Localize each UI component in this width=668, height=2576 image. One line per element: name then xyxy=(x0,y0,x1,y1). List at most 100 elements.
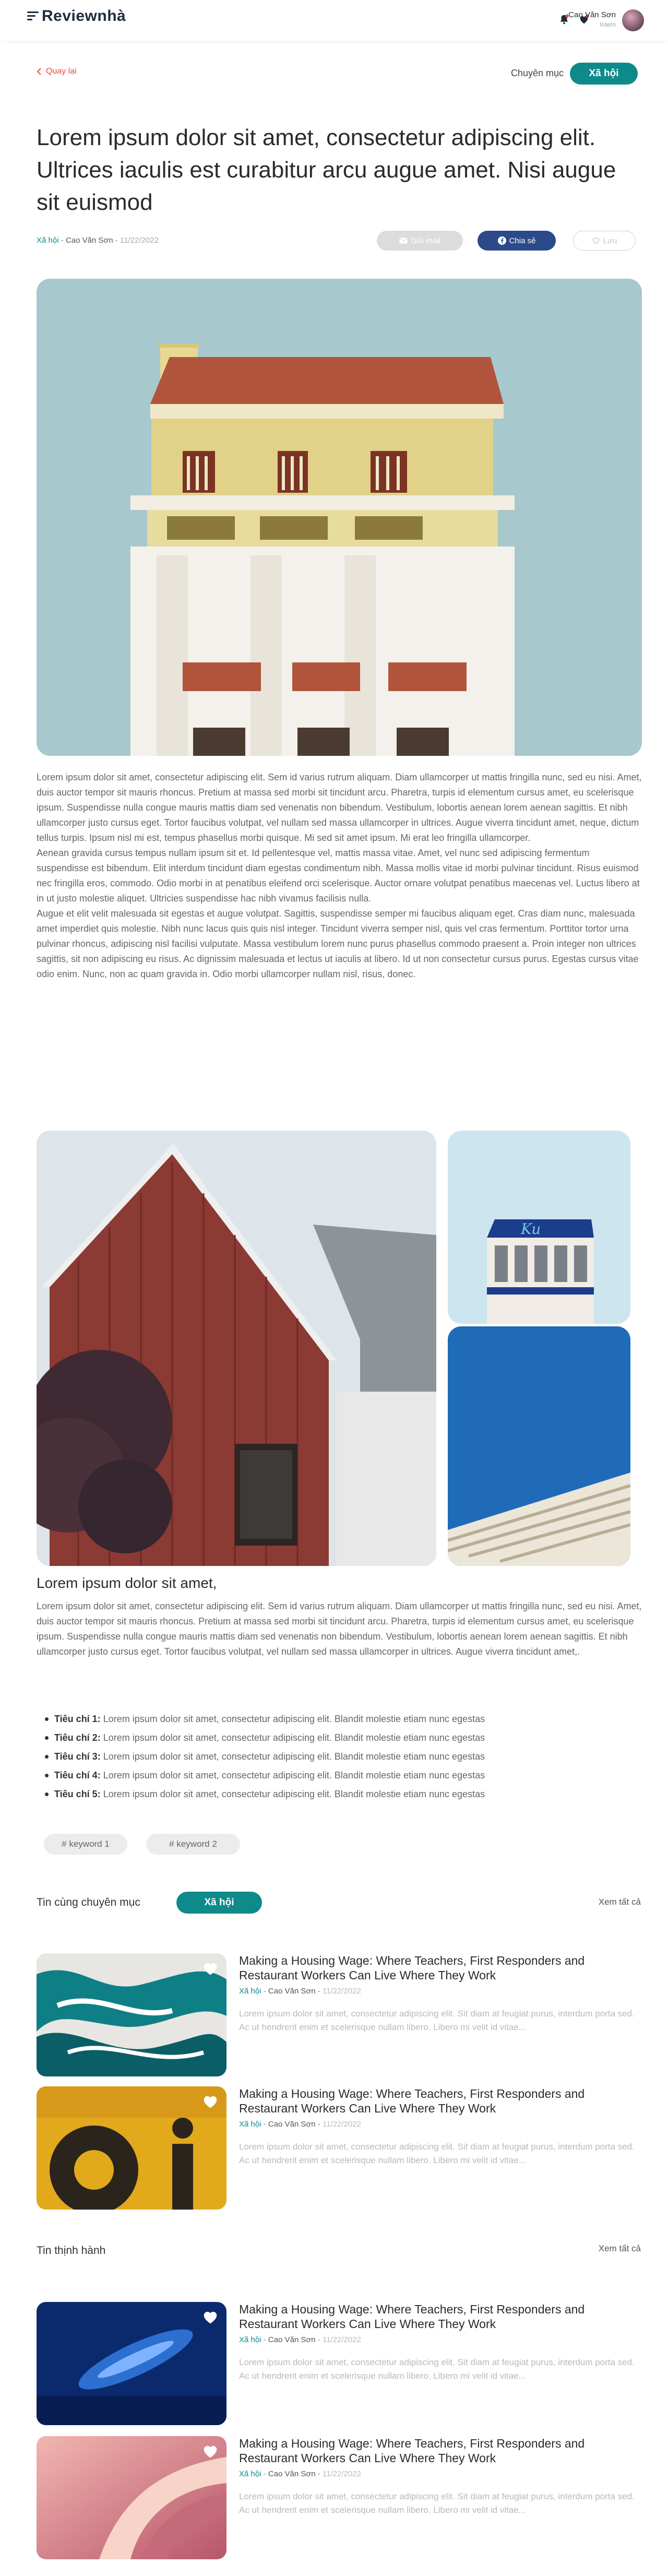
list-item: Tiêu chí 3: Lorem ipsum dolor sit amet, … xyxy=(45,1747,635,1766)
criteria-text: Lorem ipsum dolor sit amet, consectetur … xyxy=(103,1789,485,1799)
article-date: 11/22/2022 xyxy=(120,236,159,245)
article-card[interactable]: Making a Housing Wage: Where Teachers, F… xyxy=(37,2086,637,2210)
card-title[interactable]: Making a Housing Wage: Where Teachers, F… xyxy=(239,2436,636,2465)
meta-separator: - xyxy=(317,1987,320,1996)
card-category[interactable]: Xã hội xyxy=(239,2470,261,2478)
card-excerpt: Lorem ipsum dolor sit amet, consectetur … xyxy=(239,2357,635,2381)
criteria-label: Tiêu chí 4: xyxy=(54,1770,101,1780)
card-meta: Xã hội - Cao Văn Sơn - 11/22/2022 xyxy=(239,1987,361,1996)
category-pill[interactable]: Xã hội xyxy=(570,63,638,85)
meta-separator: - xyxy=(317,2335,320,2344)
article-paragraph: Aenean gravida cursus tempus nullam ipsu… xyxy=(37,848,640,904)
card-thumbnail[interactable] xyxy=(37,2302,226,2425)
email-label: Gửi mail xyxy=(411,236,440,245)
card-excerpt: Lorem ipsum dolor sit amet, consectetur … xyxy=(239,2142,635,2165)
card-author[interactable]: Cao Văn Sơn xyxy=(268,1987,316,1996)
favorite-icon[interactable] xyxy=(201,1961,219,1976)
card-category[interactable]: Xã hội xyxy=(239,2335,261,2344)
criteria-label: Tiêu chí 3: xyxy=(54,1751,101,1762)
meta-separator: - xyxy=(317,2470,320,2478)
criteria-list: Tiêu chí 1: Lorem ipsum dolor sit amet, … xyxy=(45,1710,635,1803)
share-button[interactable]: Chia sẻ xyxy=(478,231,556,251)
keyword-tag[interactable]: # keyword 2 xyxy=(146,1834,240,1855)
list-item: Tiêu chí 5: Lorem ipsum dolor sit amet, … xyxy=(45,1785,635,1803)
card-date: 11/22/2022 xyxy=(322,2470,361,2478)
criteria-text: Lorem ipsum dolor sit amet, consectetur … xyxy=(103,1714,485,1724)
menu-icon[interactable] xyxy=(27,11,39,21)
heart-outline-icon xyxy=(592,238,599,244)
meta-separator: - xyxy=(61,236,64,245)
list-item: Tiêu chí 2: Lorem ipsum dolor sit amet, … xyxy=(45,1728,635,1747)
mail-icon xyxy=(399,238,408,244)
article-card[interactable]: Making a Housing Wage: Where Teachers, F… xyxy=(37,2302,637,2425)
avatar[interactable] xyxy=(622,9,644,31)
meta-separator: - xyxy=(115,236,118,245)
user-role: Intern xyxy=(600,21,616,28)
meta-separator: - xyxy=(263,2120,266,2129)
save-button[interactable]: Lưu xyxy=(573,231,636,251)
card-category[interactable]: Xã hội xyxy=(239,1987,261,1996)
related-category-pill[interactable]: Xã hội xyxy=(176,1892,262,1914)
list-item: Tiêu chí 4: Lorem ipsum dolor sit amet, … xyxy=(45,1766,635,1785)
card-title[interactable]: Making a Housing Wage: Where Teachers, F… xyxy=(239,2086,636,2116)
card-meta: Xã hội - Cao Văn Sơn - 11/22/2022 xyxy=(239,2470,361,2478)
gallery-image-apartment xyxy=(448,1326,630,1566)
card-date: 11/22/2022 xyxy=(322,2120,361,2129)
site-logo[interactable]: Reviewnhà xyxy=(42,7,126,25)
article-card[interactable]: Making a Housing Wage: Where Teachers, F… xyxy=(37,1953,637,2076)
gallery-image-red-house xyxy=(37,1131,436,1566)
card-thumbnail[interactable] xyxy=(37,2436,226,2559)
card-meta: Xã hội - Cao Văn Sơn - 11/22/2022 xyxy=(239,2120,361,2129)
article-card[interactable]: Making a Housing Wage: Where Teachers, F… xyxy=(37,2436,637,2559)
related-title: Tin cùng chuyên mục xyxy=(37,1896,140,1908)
card-author[interactable]: Cao Văn Sơn xyxy=(268,2120,316,2129)
article-category[interactable]: Xã hội xyxy=(37,236,59,245)
article-paragraph: Augue et elit velit malesuada sit egesta… xyxy=(37,908,639,979)
article-meta: Xã hội - Cao Văn Sơn - 11/22/2022 xyxy=(37,236,159,245)
card-thumbnail[interactable] xyxy=(37,2086,226,2210)
card-author[interactable]: Cao Văn Sơn xyxy=(268,2335,316,2344)
email-button[interactable]: Gửi mail xyxy=(377,231,463,251)
back-link[interactable]: Quay lại xyxy=(37,67,77,76)
criteria-label: Tiêu chí 2: xyxy=(54,1732,101,1743)
trending-see-all-link[interactable]: Xem tất cả xyxy=(599,2243,641,2254)
card-title[interactable]: Making a Housing Wage: Where Teachers, F… xyxy=(239,2302,636,2331)
card-thumbnail[interactable] xyxy=(37,1953,226,2076)
favorite-icon[interactable] xyxy=(201,2443,219,2459)
article-title: Lorem ipsum dolor sit amet, consectetur … xyxy=(37,125,616,215)
save-label: Lưu xyxy=(603,236,617,245)
article-author[interactable]: Cao Văn Sơn xyxy=(66,236,113,245)
card-excerpt: Lorem ipsum dolor sit amet, consectetur … xyxy=(239,2009,635,2032)
card-title[interactable]: Making a Housing Wage: Where Teachers, F… xyxy=(239,1953,636,1983)
hero-image xyxy=(37,279,642,756)
chevron-left-icon xyxy=(37,68,41,75)
criteria-text: Lorem ipsum dolor sit amet, consectetur … xyxy=(103,1732,485,1743)
keyword-tag[interactable]: # keyword 1 xyxy=(44,1834,127,1855)
card-excerpt: Lorem ipsum dolor sit amet, consectetur … xyxy=(239,2491,635,2515)
card-meta: Xã hội - Cao Văn Sơn - 11/22/2022 xyxy=(239,2335,361,2344)
meta-separator: - xyxy=(263,2470,266,2478)
gallery-image-blue-building: Ku xyxy=(448,1131,630,1324)
related-see-all-link[interactable]: Xem tất cả xyxy=(599,1897,641,1907)
facebook-icon xyxy=(497,236,506,245)
favorite-icon[interactable] xyxy=(201,2309,219,2325)
list-item: Tiêu chí 1: Lorem ipsum dolor sit amet, … xyxy=(45,1710,635,1728)
article-paragraph: Lorem ipsum dolor sit amet, consectetur … xyxy=(37,772,642,843)
site-header: Reviewnhà Cao Văn Sơn Intern xyxy=(0,0,668,41)
card-author[interactable]: Cao Văn Sơn xyxy=(268,2470,316,2478)
section-paragraph: Lorem ipsum dolor sit amet, consectetur … xyxy=(37,1601,642,1657)
share-label: Chia sẻ xyxy=(509,236,536,245)
meta-separator: - xyxy=(263,2335,266,2344)
category-label: Chuyên mục xyxy=(510,68,564,78)
card-category[interactable]: Xã hội xyxy=(239,2120,261,2129)
criteria-label: Tiêu chí 1: xyxy=(54,1714,101,1724)
meta-separator: - xyxy=(317,2120,320,2129)
criteria-text: Lorem ipsum dolor sit amet, consectetur … xyxy=(103,1770,485,1780)
user-name[interactable]: Cao Văn Sơn xyxy=(568,10,616,19)
criteria-text: Lorem ipsum dolor sit amet, consectetur … xyxy=(103,1751,485,1762)
meta-separator: - xyxy=(263,1987,266,1996)
svg-text:Ku: Ku xyxy=(520,1220,541,1238)
favorite-icon[interactable] xyxy=(201,2094,219,2109)
card-date: 11/22/2022 xyxy=(322,1987,361,1996)
criteria-label: Tiêu chí 5: xyxy=(54,1789,101,1799)
